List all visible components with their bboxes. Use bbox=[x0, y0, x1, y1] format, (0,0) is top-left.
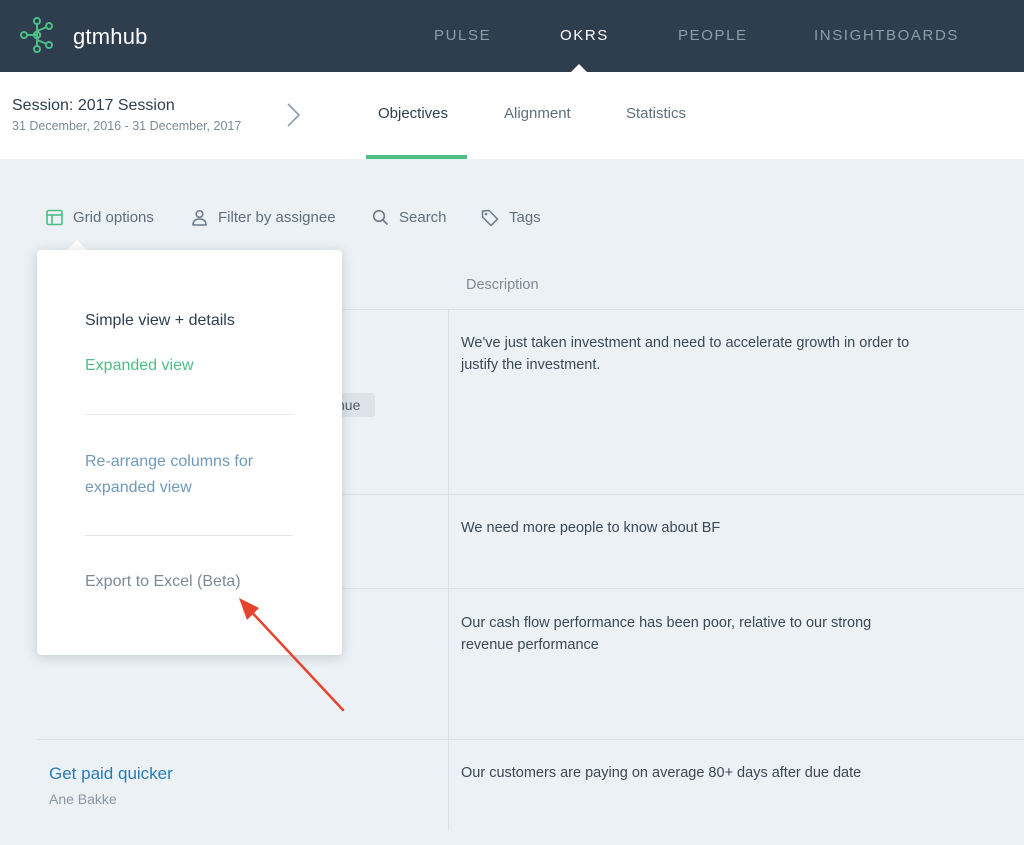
objective-owner: Ane Bakke bbox=[49, 791, 117, 807]
menu-item-expanded-view[interactable]: Expanded view bbox=[85, 353, 305, 379]
table-row-description: We need more people to know about BF bbox=[461, 520, 721, 536]
tag-icon bbox=[481, 209, 499, 226]
menu-item-rearrange-columns[interactable]: Re-arrange columns for expanded view bbox=[85, 449, 305, 501]
search-icon bbox=[372, 209, 389, 225]
filter-by-assignee-button[interactable]: Filter by assignee bbox=[191, 207, 336, 227]
objective-title-link[interactable]: Get paid quicker bbox=[49, 764, 173, 784]
dropdown-caret bbox=[67, 240, 87, 250]
nav-item-insightboards[interactable]: INSIGHTBOARDS bbox=[814, 27, 959, 44]
tab-statistics[interactable]: Statistics bbox=[626, 105, 686, 122]
grid-options-label: Grid options bbox=[73, 208, 154, 226]
active-nav-indicator bbox=[571, 64, 587, 72]
nav-item-pulse[interactable]: PULSE bbox=[434, 27, 491, 44]
brand-name: gtmhub bbox=[73, 24, 148, 49]
tags-label: Tags bbox=[509, 208, 541, 226]
top-navigation-bar: gtmhub PULSE OKRS PEOPLE INSIGHTBOARDS bbox=[0, 0, 1024, 72]
search-label: Search bbox=[399, 208, 447, 226]
nav-item-okrs[interactable]: OKRS bbox=[560, 27, 609, 44]
menu-item-simple-view[interactable]: Simple view + details bbox=[85, 308, 305, 334]
annotation-arrow-icon bbox=[239, 598, 345, 712]
gtmhub-logo-icon[interactable] bbox=[20, 17, 54, 53]
tab-objectives[interactable]: Objectives bbox=[378, 105, 448, 122]
menu-separator bbox=[85, 414, 293, 415]
grid-options-button[interactable]: Grid options bbox=[46, 207, 154, 227]
nav-item-people[interactable]: PEOPLE bbox=[678, 27, 748, 44]
active-tab-underline bbox=[366, 155, 467, 159]
tab-alignment[interactable]: Alignment bbox=[504, 105, 571, 122]
chevron-right-icon[interactable] bbox=[285, 102, 301, 128]
table-row-description: Our cash flow performance has been poor,… bbox=[461, 615, 872, 653]
filter-by-assignee-label: Filter by assignee bbox=[218, 208, 336, 226]
description-column-header: Description bbox=[466, 277, 539, 293]
session-dates: 31 December, 2016 - 31 December, 2017 bbox=[12, 119, 242, 133]
grid-layout-icon bbox=[46, 209, 63, 225]
row-divider bbox=[37, 739, 1024, 740]
column-divider bbox=[448, 309, 449, 831]
search-button[interactable]: Search bbox=[372, 207, 447, 227]
table-row-description: We've just taken investment and need to … bbox=[461, 335, 910, 373]
menu-separator bbox=[85, 535, 293, 536]
session-title[interactable]: Session: 2017 Session bbox=[12, 97, 175, 115]
person-icon bbox=[192, 209, 207, 226]
tags-button[interactable]: Tags bbox=[481, 207, 541, 227]
table-row-description: Our customers are paying on average 80+ … bbox=[461, 765, 862, 781]
session-tabs-bar: Session: 2017 Session 31 December, 2016 … bbox=[0, 72, 1024, 159]
